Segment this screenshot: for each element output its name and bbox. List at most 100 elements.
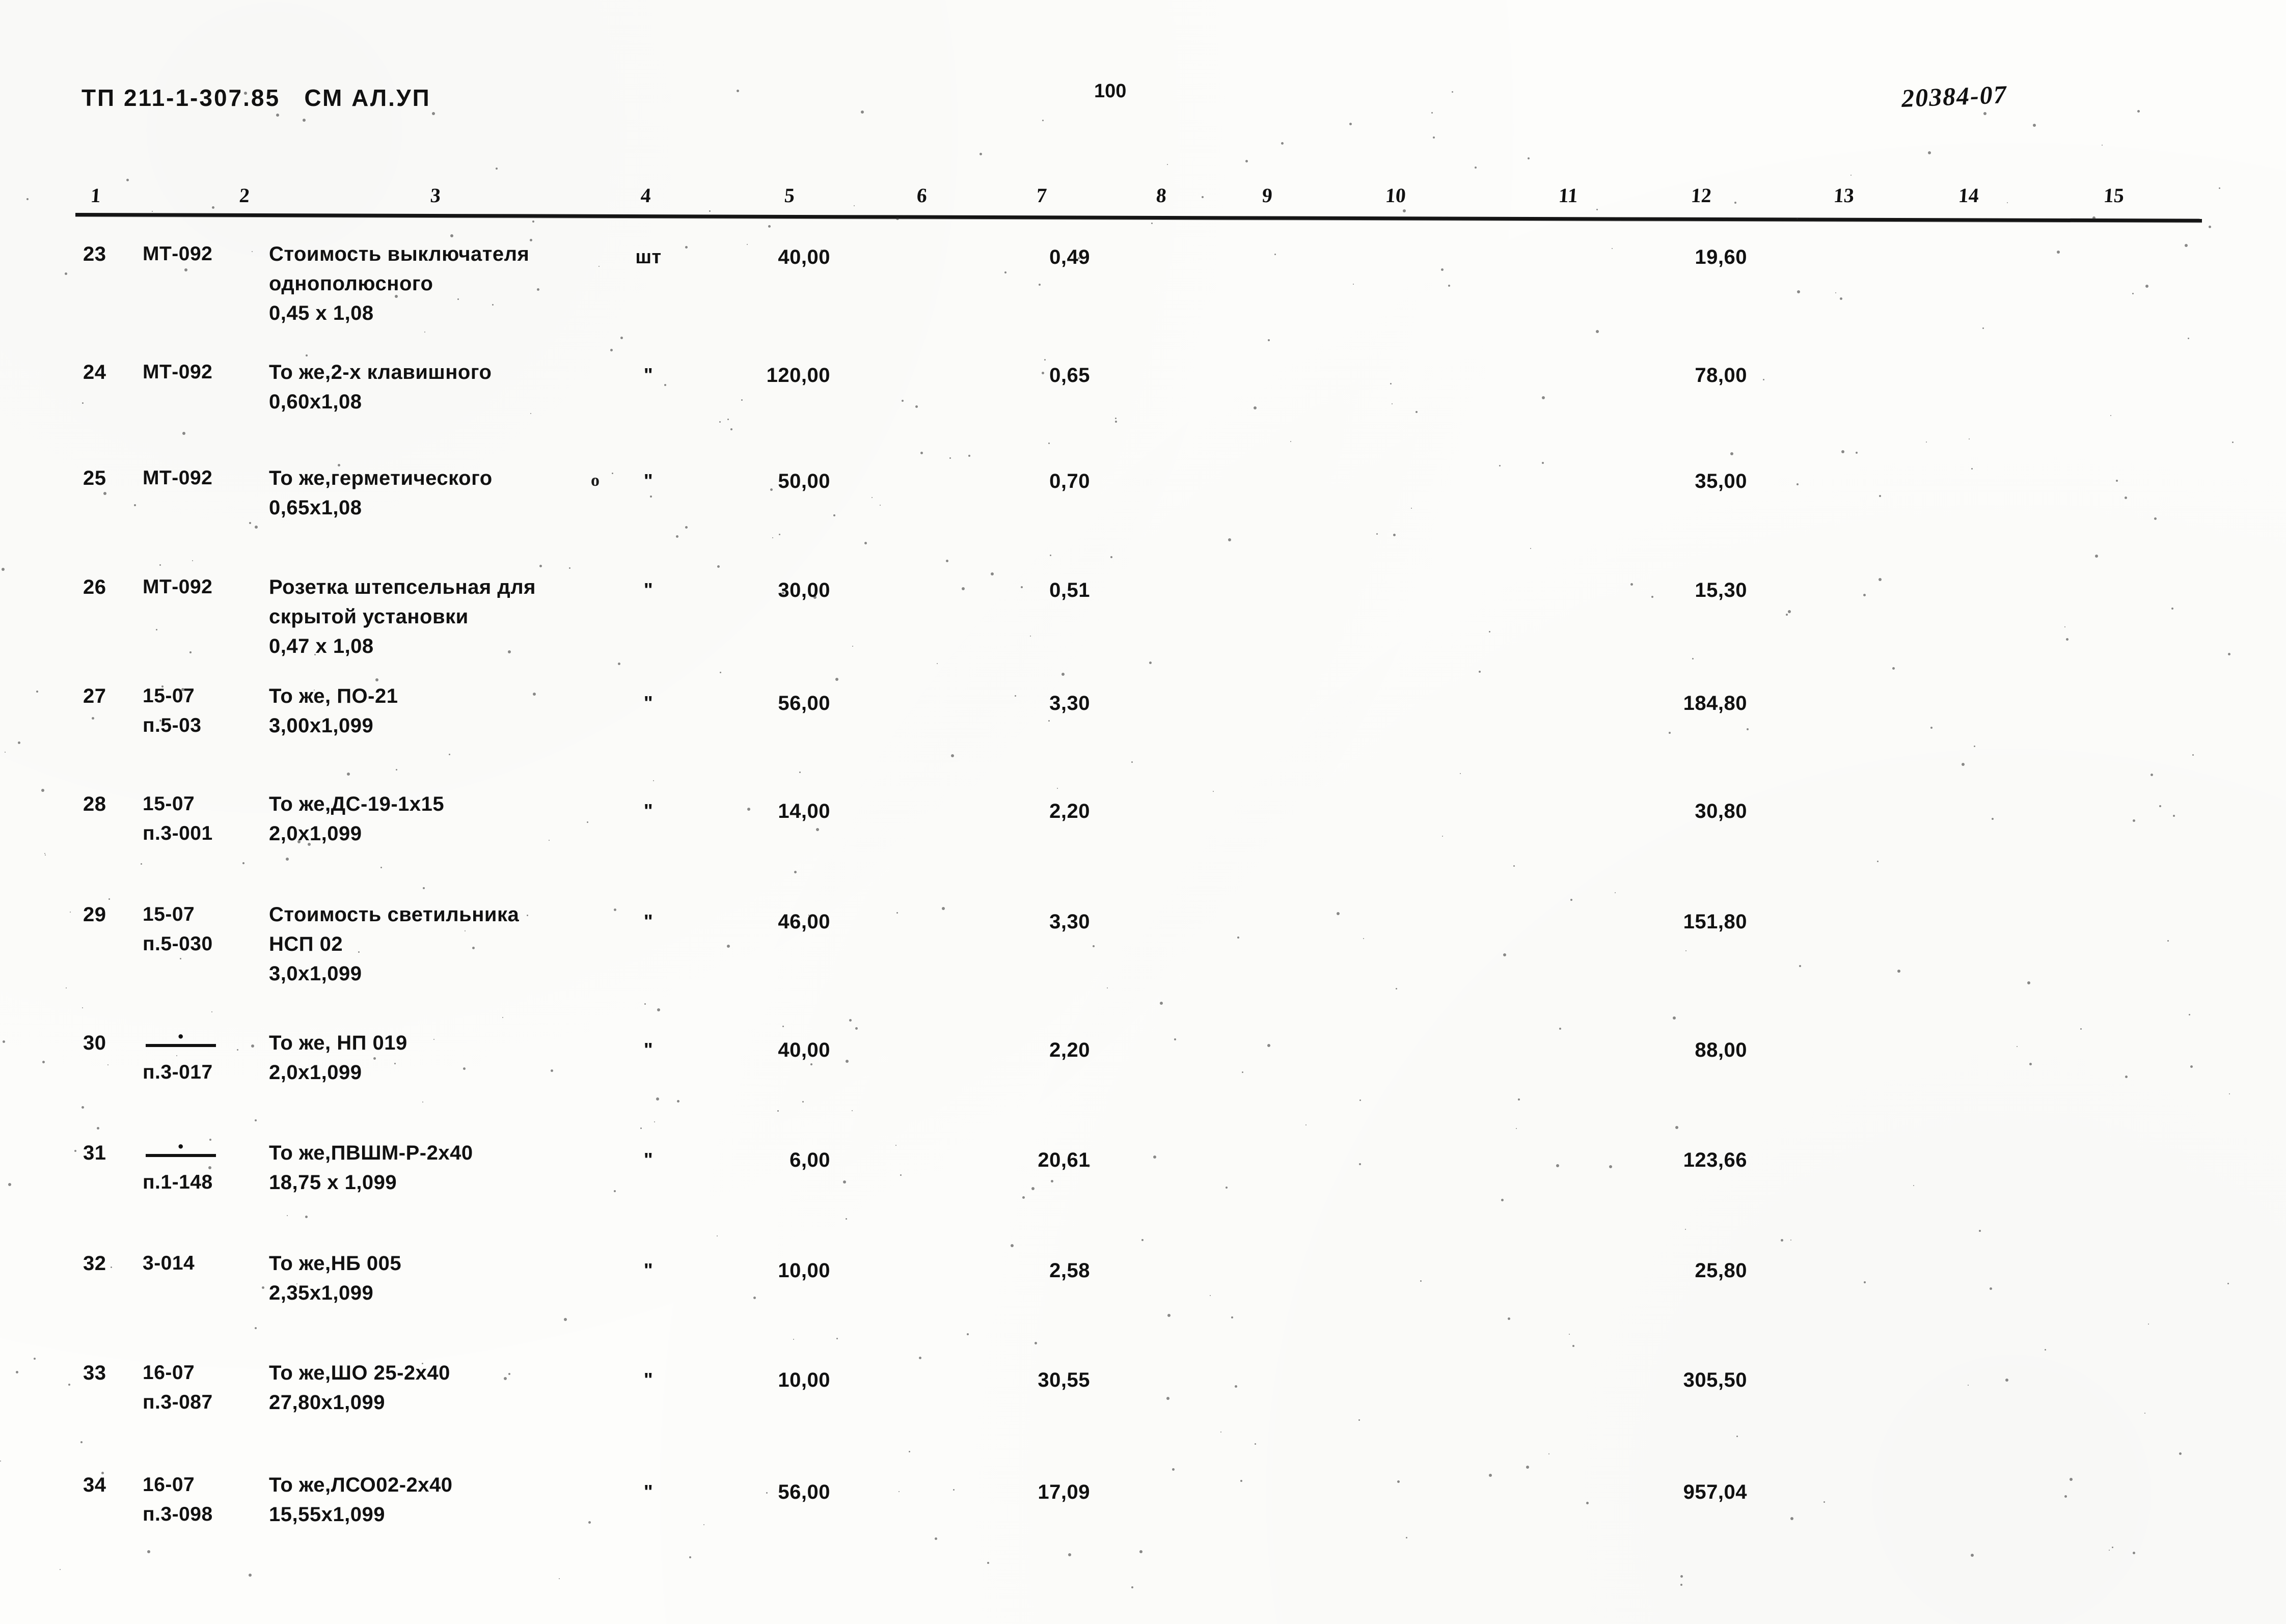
scan-speck (1569, 1334, 1570, 1335)
item-description-line: 15,55х1,099 (269, 1503, 385, 1526)
item-description-line: НСП 02 (269, 933, 343, 955)
unit-of-measure: " (643, 693, 654, 714)
scan-speck (1031, 1187, 1035, 1190)
scan-speck (1131, 761, 1133, 763)
scan-speck (846, 1060, 849, 1063)
scan-speck (1879, 578, 1882, 581)
scan-speck (1050, 555, 1051, 556)
scan-speck (987, 1562, 989, 1564)
unit-price-value: 3,30 (1049, 692, 1090, 714)
scan-speck (432, 112, 435, 115)
scan-speck (1460, 773, 1461, 774)
scan-speck (836, 1338, 838, 1339)
quantity-value: 14,00 (778, 800, 830, 822)
scan-speck (502, 1017, 503, 1018)
scan-speck (1115, 421, 1117, 423)
row-number: 33 (83, 1362, 106, 1384)
scan-speck (872, 497, 873, 498)
scan-speck (1675, 1126, 1678, 1129)
scan-speck (1528, 157, 1530, 159)
scan-speck (508, 650, 511, 653)
item-description-line: 18,75 х 1,099 (269, 1171, 397, 1194)
scan-speck (242, 862, 244, 864)
scan-speck (946, 560, 948, 562)
total-cost-value: 78,00 (1695, 364, 1747, 387)
scan-speck (1974, 746, 1975, 747)
scan-speck (1068, 1553, 1071, 1556)
scan-speck (2045, 1349, 2046, 1351)
scan-speck (919, 1357, 921, 1359)
column-header-4: 4 (640, 184, 652, 207)
scan-speck (176, 1055, 177, 1056)
scan-speck (808, 915, 809, 916)
scan-speck (1416, 411, 1418, 413)
scan-speck (1305, 1124, 1307, 1125)
scan-speck (181, 688, 184, 691)
scan-speck (249, 522, 251, 524)
scan-speck (1240, 1480, 1242, 1482)
column-header-15: 15 (2103, 184, 2125, 207)
scan-speck (1210, 1295, 1211, 1296)
scan-speck (1220, 1432, 1221, 1433)
item-description-line: скрытой установки (269, 605, 469, 628)
scan-speck (1213, 791, 1214, 792)
scan-speck (854, 205, 855, 206)
scan-speck (967, 1333, 969, 1335)
scan-speck (772, 537, 773, 538)
unit-price-value: 3,30 (1049, 911, 1090, 933)
scan-speck (537, 288, 539, 291)
scan-speck (1392, 403, 1393, 404)
scan-speck (2109, 1550, 2110, 1551)
scan-speck (900, 1174, 902, 1176)
scan-speck (1983, 112, 1986, 115)
scan-speck (1489, 1474, 1492, 1477)
scan-speck (676, 535, 678, 538)
item-description-line: 0,65х1,08 (269, 497, 362, 519)
scan-speck (134, 504, 136, 506)
scan-speck (26, 198, 29, 200)
column-header-1: 1 (90, 184, 102, 207)
scan-speck (1596, 330, 1599, 333)
scan-speck (1692, 658, 1694, 659)
scan-speck (433, 1039, 434, 1040)
scan-speck (126, 179, 129, 181)
item-description-line: То же,НБ 005 (269, 1252, 402, 1275)
unit-price-value: 2,58 (1049, 1259, 1090, 1282)
scan-speck (813, 596, 817, 599)
scan-speck (909, 1451, 910, 1452)
scan-speck (1245, 160, 1248, 162)
scan-speck (816, 828, 819, 831)
scan-speck (1968, 1385, 1969, 1386)
scan-speck (1930, 727, 1933, 729)
scan-speck (338, 464, 340, 466)
scan-speck (1039, 284, 1041, 286)
scan-speck (2209, 226, 2211, 228)
scan-speck (422, 1102, 423, 1103)
scan-speck (1267, 1044, 1270, 1047)
unit-price-value: 2,20 (1049, 800, 1090, 822)
unit-of-measure: " (643, 1039, 654, 1061)
column-header-13: 13 (1833, 184, 1855, 207)
item-description-line: Стоимость светильника (269, 903, 520, 926)
total-cost-value: 305,50 (1683, 1369, 1747, 1391)
scan-speck (1892, 667, 1895, 670)
scan-speck (1078, 257, 1080, 259)
row-number: 29 (83, 903, 106, 926)
scan-speck (70, 912, 71, 913)
scan-speck (296, 1283, 297, 1284)
column-header-2: 2 (238, 184, 251, 207)
row-number: 27 (83, 685, 106, 707)
scan-speck (689, 1556, 691, 1558)
scan-speck (2029, 1063, 2032, 1065)
scan-speck (1057, 788, 1058, 789)
scan-speck (2189, 1014, 2190, 1015)
scan-speck (1242, 1071, 1243, 1073)
scan-speck (559, 1578, 560, 1579)
norm-code: МТ-092 (143, 467, 213, 489)
scan-speck (373, 1057, 376, 1060)
scan-speck (1479, 671, 1481, 673)
scan-speck (1290, 441, 1291, 442)
scan-speck (1612, 248, 1613, 249)
document-code-header: ТП 211-1-307.85 СМ АЛ.УП (81, 85, 431, 111)
scan-speck (1835, 292, 1836, 293)
